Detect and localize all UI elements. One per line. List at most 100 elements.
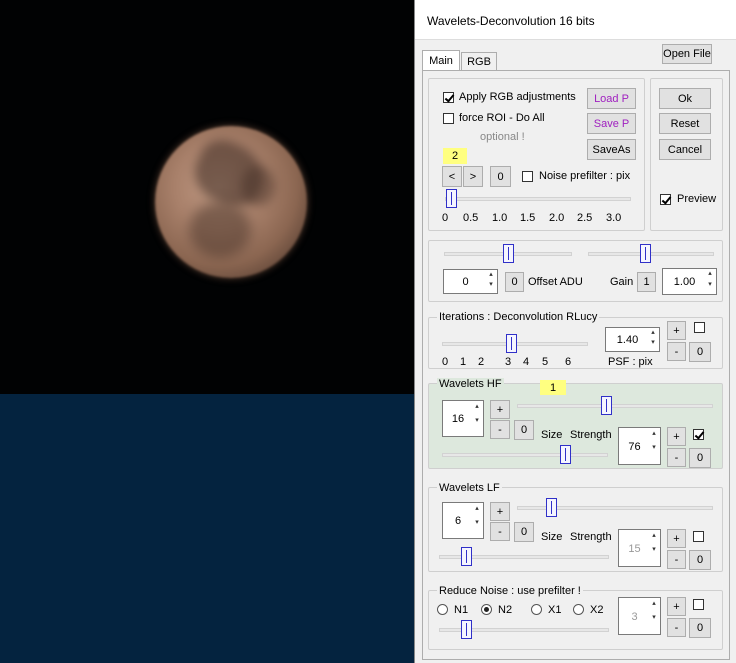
prefilter-scale: 0 0.5 1.0 1.5 2.0 2.5 3.0 xyxy=(439,212,639,226)
image-canvas[interactable] xyxy=(0,0,414,663)
iterations-plus-button[interactable]: + xyxy=(667,321,686,340)
hf-strength-zero-button[interactable]: 0 xyxy=(689,448,711,468)
spin-down-icon[interactable]: ▾ xyxy=(649,444,659,462)
radio-n2-label: N2 xyxy=(498,604,513,616)
hf-size-minus-button[interactable]: - xyxy=(490,420,510,439)
hf-strength-minus-button[interactable]: - xyxy=(667,448,686,467)
noise-prefilter-checkbox[interactable] xyxy=(522,171,533,182)
lf-size-value: 6 xyxy=(454,515,462,527)
tick-label: 1.5 xyxy=(520,212,536,224)
hf-strength-plus-button[interactable]: + xyxy=(667,427,686,446)
gain-spinbox[interactable]: 1.00 ▴ ▾ xyxy=(662,268,717,295)
iterations-checkbox[interactable] xyxy=(694,322,705,333)
lf-size-slider-thumb[interactable] xyxy=(546,498,557,517)
iterations-scale: 0 1 2 3 4 5 6 xyxy=(439,356,599,370)
hf-strength-value: 76 xyxy=(628,441,641,453)
cancel-button[interactable]: Cancel xyxy=(659,139,711,160)
reset-button[interactable]: Reset xyxy=(659,113,711,134)
lf-size-spinbox[interactable]: 6 ▴ ▾ xyxy=(442,502,484,539)
prefilter-slider-thumb[interactable] xyxy=(446,189,457,208)
tick-label: 3.0 xyxy=(606,212,622,224)
tab-main[interactable]: Main xyxy=(422,50,460,71)
noise-minus-button[interactable]: - xyxy=(667,618,686,637)
save-as-button[interactable]: SaveAs xyxy=(587,139,636,160)
spin-down-icon[interactable]: ▾ xyxy=(705,281,715,294)
gain-one-button[interactable]: 1 xyxy=(637,272,656,292)
force-roi-checkbox[interactable] xyxy=(443,113,454,124)
spin-down-icon[interactable]: ▾ xyxy=(472,417,482,435)
hf-size-spinbox[interactable]: 16 ▴ ▾ xyxy=(442,400,484,437)
hf-strength-slider-thumb[interactable] xyxy=(560,445,571,464)
lf-strength-minus-button[interactable]: - xyxy=(667,550,686,569)
radio-x2[interactable] xyxy=(573,604,584,615)
hf-enable-checkbox[interactable] xyxy=(693,429,704,440)
iterations-title: Iterations : Deconvolution RLucy xyxy=(437,311,600,323)
prev-button[interactable]: < xyxy=(442,166,462,187)
apply-rgb-checkbox[interactable] xyxy=(443,92,454,103)
hf-size-slider-thumb[interactable] xyxy=(601,396,612,415)
gain-value: 1.00 xyxy=(673,276,696,288)
lf-size-label: Size xyxy=(541,531,563,543)
prefilter-zero-button[interactable]: 0 xyxy=(490,166,511,187)
preview-checkbox[interactable] xyxy=(660,194,671,205)
iterations-minus-button[interactable]: - xyxy=(667,342,686,361)
iterations-slider-thumb[interactable] xyxy=(506,334,517,353)
psf-spinbox[interactable]: 1.40 ▴ ▾ xyxy=(605,327,660,352)
noise-value: 3 xyxy=(631,611,638,623)
noise-prefilter-label: Noise prefilter : pix xyxy=(539,170,631,182)
iterations-zero-button[interactable]: 0 xyxy=(689,342,711,362)
lf-enable-checkbox[interactable] xyxy=(693,531,704,542)
prefilter-slider-track[interactable] xyxy=(445,197,631,201)
hf-size-zero-button[interactable]: 0 xyxy=(514,420,534,440)
lf-size-plus-button[interactable]: + xyxy=(490,502,510,521)
offset-slider-thumb[interactable] xyxy=(503,244,514,263)
tick-label: 0.5 xyxy=(463,212,479,224)
tick-label: 2.5 xyxy=(577,212,593,224)
spin-down-icon[interactable]: ▾ xyxy=(648,339,658,351)
wavelets-lf-title: Wavelets LF xyxy=(437,482,502,494)
radio-x1[interactable] xyxy=(531,604,542,615)
spin-down-icon[interactable]: ▾ xyxy=(649,614,659,632)
spin-down-icon[interactable]: ▾ xyxy=(486,281,496,293)
hf-size-slider-track[interactable] xyxy=(517,404,713,408)
next-button[interactable]: > xyxy=(463,166,483,187)
spin-down-icon[interactable]: ▾ xyxy=(472,519,482,537)
lf-strength-spinbox[interactable]: 15 ▴ ▾ xyxy=(618,529,661,567)
noise-plus-button[interactable]: + xyxy=(667,597,686,616)
wavelets-dialog: Wavelets-Deconvolution 16 bits Open File… xyxy=(414,0,736,663)
radio-n1[interactable] xyxy=(437,604,448,615)
offset-value: 0 xyxy=(462,276,469,288)
step-badge: 2 xyxy=(443,148,467,164)
offset-spinbox[interactable]: 0 ▴ ▾ xyxy=(443,269,498,294)
radio-n2[interactable] xyxy=(481,604,492,615)
tick-label: 6 xyxy=(565,356,572,368)
load-p-button[interactable]: Load P xyxy=(587,88,636,109)
hf-size-plus-button[interactable]: + xyxy=(490,400,510,419)
lf-strength-zero-button[interactable]: 0 xyxy=(689,550,711,570)
wavelets-hf-badge: 1 xyxy=(540,380,566,395)
lf-size-minus-button[interactable]: - xyxy=(490,522,510,541)
noise-zero-button[interactable]: 0 xyxy=(689,618,711,638)
noise-slider-thumb[interactable] xyxy=(461,620,472,639)
open-file-button[interactable]: Open File xyxy=(662,44,712,64)
noise-enable-checkbox[interactable] xyxy=(693,599,704,610)
ok-button[interactable]: Ok xyxy=(659,88,711,109)
offset-zero-button[interactable]: 0 xyxy=(505,272,524,292)
spin-down-icon[interactable]: ▾ xyxy=(649,546,659,564)
gain-slider-track[interactable] xyxy=(588,252,714,256)
tick-label: 1.0 xyxy=(492,212,508,224)
hf-strength-spinbox[interactable]: 76 ▴ ▾ xyxy=(618,427,661,465)
tick-label: 5 xyxy=(542,356,549,368)
reduce-noise-title: Reduce Noise : use prefilter ! xyxy=(437,585,583,597)
noise-spinbox[interactable]: 3 ▴ ▾ xyxy=(618,597,661,635)
save-p-button[interactable]: Save P xyxy=(587,113,636,134)
background-region xyxy=(0,394,414,663)
hf-strength-slider-track[interactable] xyxy=(442,453,608,457)
tab-rgb[interactable]: RGB xyxy=(461,52,497,71)
tick-label: 2 xyxy=(478,356,485,368)
lf-size-zero-button[interactable]: 0 xyxy=(514,522,534,542)
lf-strength-plus-button[interactable]: + xyxy=(667,529,686,548)
gain-slider-thumb[interactable] xyxy=(640,244,651,263)
hf-strength-label: Strength xyxy=(570,429,612,441)
lf-strength-slider-thumb[interactable] xyxy=(461,547,472,566)
